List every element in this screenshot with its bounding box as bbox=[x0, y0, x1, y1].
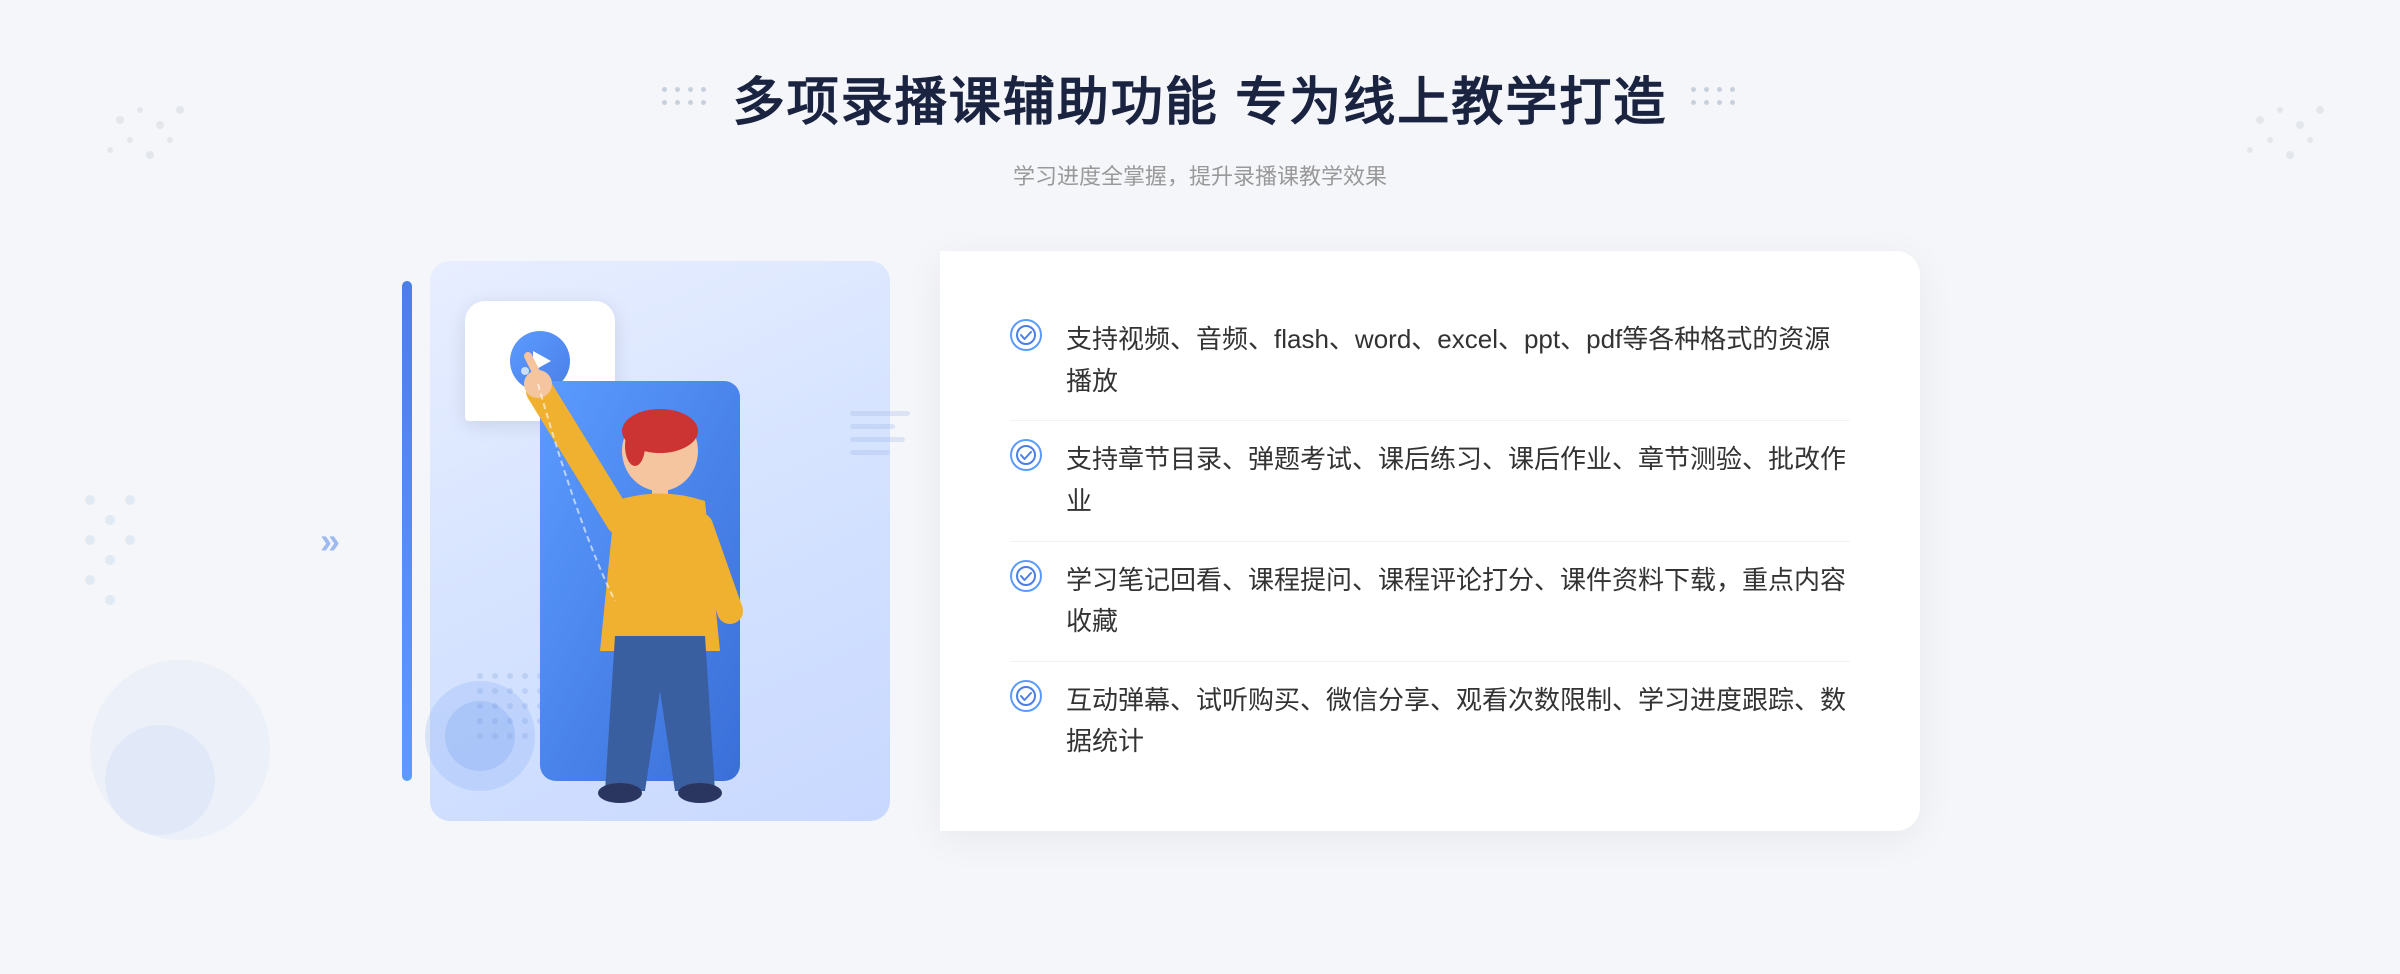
check-icon-4 bbox=[1010, 680, 1042, 712]
feature-text-3: 学习笔记回看、课程提问、课程评论打分、课件资料下载，重点内容收藏 bbox=[1066, 560, 1850, 643]
left-image-section bbox=[400, 231, 940, 851]
feature-text-1: 支持视频、音频、flash、word、excel、ppt、pdf等各种格式的资源… bbox=[1066, 319, 1850, 402]
feature-item-1: 支持视频、音频、flash、word、excel、ppt、pdf等各种格式的资源… bbox=[1010, 301, 1850, 420]
left-arrow-decoration: » bbox=[320, 520, 340, 562]
person-illustration bbox=[460, 331, 780, 831]
check-icon-3 bbox=[1010, 560, 1042, 592]
main-content: » bbox=[400, 231, 2000, 851]
stripe-decoration bbox=[850, 411, 910, 455]
blue-vertical-bar bbox=[402, 281, 412, 781]
feature-text-2: 支持章节目录、弹题考试、课后练习、课后作业、章节测验、批改作业 bbox=[1066, 439, 1850, 522]
check-icon-2 bbox=[1010, 439, 1042, 471]
check-icon-1 bbox=[1010, 319, 1042, 351]
features-card: 支持视频、音频、flash、word、excel、ppt、pdf等各种格式的资源… bbox=[940, 251, 1920, 831]
page-title: 多项录播课辅助功能 专为线上教学打造 bbox=[733, 60, 1667, 135]
header-decorator-right bbox=[1691, 87, 1738, 108]
page-header: 多项录播课辅助功能 专为线上教学打造 bbox=[662, 60, 1738, 135]
header-decorator-left bbox=[662, 87, 709, 108]
page-wrapper: 多项录播课辅助功能 专为线上教学打造 学习进度全掌握，提升录播课教学效果 » bbox=[0, 0, 2400, 974]
page-subtitle: 学习进度全掌握，提升录播课教学效果 bbox=[1013, 159, 1387, 191]
feature-item-4: 互动弹幕、试听购买、微信分享、观看次数限制、学习进度跟踪、数据统计 bbox=[1010, 661, 1850, 781]
feature-text-4: 互动弹幕、试听购买、微信分享、观看次数限制、学习进度跟踪、数据统计 bbox=[1066, 680, 1850, 763]
feature-item-3: 学习笔记回看、课程提问、课程评论打分、课件资料下载，重点内容收藏 bbox=[1010, 541, 1850, 661]
feature-item-2: 支持章节目录、弹题考试、课后练习、课后作业、章节测验、批改作业 bbox=[1010, 420, 1850, 540]
